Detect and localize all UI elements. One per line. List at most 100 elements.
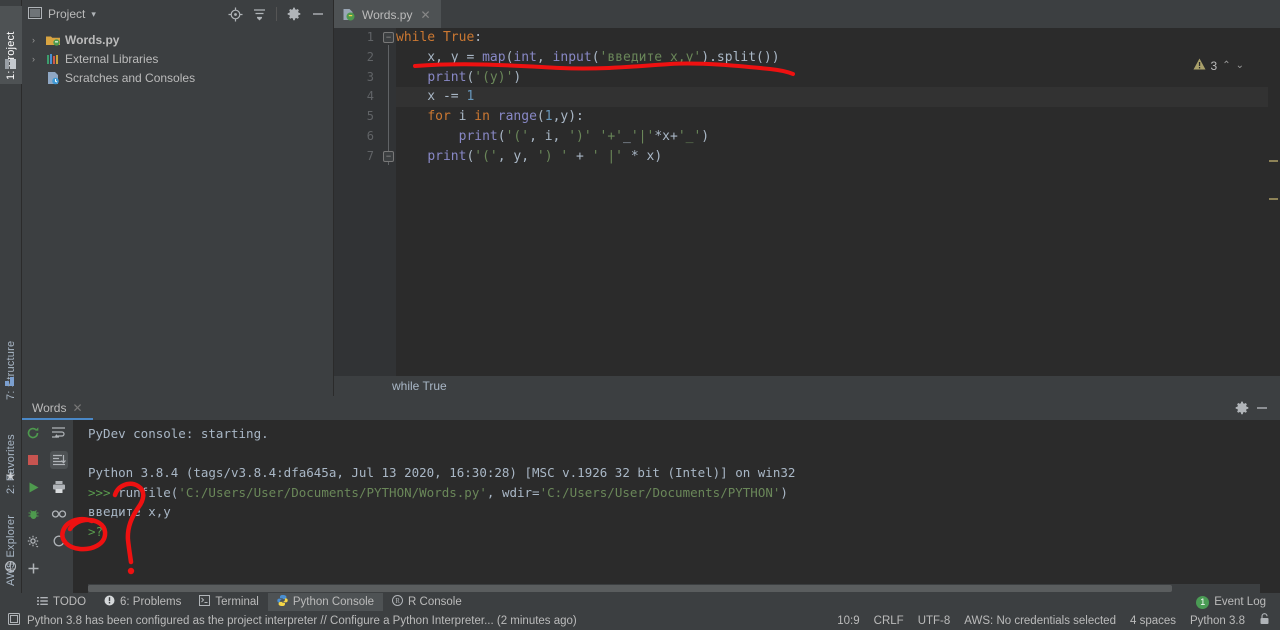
chevron-up-icon[interactable]: ⌃ <box>1222 60 1230 71</box>
console-tabbar: Words ✕ <box>22 396 1280 420</box>
run-icon[interactable] <box>24 478 42 496</box>
soft-wrap-icon[interactable] <box>50 424 68 442</box>
tree-item-words-py[interactable]: › Words.py <box>22 30 333 49</box>
code-line[interactable]: print('(y)') <box>396 68 1280 88</box>
marker-stripe[interactable] <box>1269 160 1278 162</box>
settings-gear-icon[interactable] <box>1232 398 1252 418</box>
sidebar-tab-favorites[interactable]: 2: Favorites <box>0 418 22 498</box>
aws-icon <box>4 560 17 573</box>
code-token: i <box>450 109 475 125</box>
tree-item-external-libraries[interactable]: › External Libraries <box>22 49 333 68</box>
scratches-icon <box>46 71 60 85</box>
code-token: True <box>442 30 475 45</box>
event-log-label: Event Log <box>1214 596 1266 608</box>
code-token: 1 <box>544 109 553 125</box>
sidebar-tab-structure[interactable]: 7: Structure <box>0 318 22 404</box>
hide-panel-icon[interactable] <box>309 5 327 23</box>
editor-tab-words-py[interactable]: Words.py ✕ <box>334 0 441 28</box>
tool-button-terminal[interactable]: Terminal <box>190 593 267 611</box>
line-number: 1 <box>366 30 374 44</box>
code-token: for <box>427 109 451 125</box>
left-tool-strip: 1: Project 7: Structure 2: Favorites ★ A… <box>0 0 22 613</box>
event-log-count: 1 <box>1196 595 1210 609</box>
tool-button-problems[interactable]: 6: Problems <box>95 593 190 611</box>
fold-collapse-icon-top[interactable]: − <box>383 32 394 43</box>
marker-stripe[interactable] <box>1269 198 1278 200</box>
inspection-widget[interactable]: 3 ⌃ ⌄ <box>1193 58 1244 73</box>
indent-setting[interactable]: 4 spaces <box>1130 615 1176 627</box>
code-token: : <box>474 30 483 45</box>
warning-triangle-icon <box>1193 58 1206 73</box>
code-editor[interactable]: 1 2 3 4 5 6 7 − − while True: x, y = map (int , … <box>334 28 1280 396</box>
svg-text:R: R <box>395 597 400 605</box>
favorites-tab-label: 2: Favorites <box>5 434 17 494</box>
code-line[interactable]: x -= 1 <box>396 87 1280 108</box>
code-line[interactable]: x, y = map(int, input('введите x,y').spl… <box>396 48 1280 68</box>
code-line[interactable]: for i in range(1,y): <box>396 107 1280 127</box>
code-line[interactable]: while True: <box>396 28 1280 48</box>
close-icon[interactable]: ✕ <box>420 8 430 22</box>
code-token: '(' <box>505 128 530 144</box>
expand-arrow-icon[interactable]: › <box>32 35 41 45</box>
line-number: 5 <box>366 109 374 124</box>
collapse-all-icon[interactable] <box>250 5 268 23</box>
tool-button-python-console[interactable]: Python Console <box>267 593 384 611</box>
chevron-down-icon[interactable]: ▾ <box>91 9 96 20</box>
project-tab-label: 1: Project <box>5 31 17 80</box>
tool-button-r-console[interactable]: R R Console <box>383 593 471 611</box>
expand-arrow-icon[interactable]: › <box>32 54 41 64</box>
code-token: '(' <box>474 148 498 164</box>
settings-icon[interactable] <box>24 532 42 550</box>
tool-button-todo[interactable]: TODO <box>28 593 95 611</box>
print-icon[interactable] <box>50 478 68 496</box>
chevron-down-icon[interactable]: ⌄ <box>1236 60 1244 71</box>
tool-window-bar: TODO 6: Problems Terminal Python Console… <box>0 593 1280 611</box>
close-icon[interactable]: ✕ <box>72 401 82 415</box>
aws-credentials[interactable]: AWS: No credentials selected <box>964 615 1116 627</box>
fold-collapse-icon-bottom[interactable]: − <box>383 151 394 162</box>
tree-item-label: External Libraries <box>65 51 159 66</box>
caret-position[interactable]: 10:9 <box>837 615 859 627</box>
scroll-to-end-icon[interactable] <box>49 451 68 469</box>
debug-icon[interactable] <box>24 505 42 523</box>
code-line[interactable]: print('(', y, ') ' + ' |' * x) <box>396 147 1280 167</box>
tree-item-label: Words.py <box>65 32 120 47</box>
add-icon[interactable] <box>24 559 42 577</box>
hide-panel-icon[interactable] <box>1252 398 1272 418</box>
breadcrumb[interactable]: while True <box>334 376 1280 396</box>
console-horizontal-scrollbar[interactable] <box>88 584 1260 593</box>
project-panel-icon <box>4 58 17 70</box>
code-token: input <box>552 49 592 65</box>
link-icon[interactable] <box>50 505 68 523</box>
sidebar-tab-project[interactable]: 1: Project <box>0 6 22 84</box>
editor-marker-gutter[interactable] <box>1268 28 1280 396</box>
line-separator[interactable]: CRLF <box>874 615 904 627</box>
code-token: while <box>396 30 436 45</box>
status-message[interactable]: Python 3.8 has been configured as the pr… <box>27 615 577 627</box>
rerun-icon[interactable] <box>24 424 42 442</box>
history-icon[interactable] <box>50 532 68 550</box>
stop-icon[interactable] <box>24 451 42 469</box>
fold-region-line <box>388 45 389 165</box>
file-encoding[interactable]: UTF-8 <box>918 615 951 627</box>
sidebar-tab-aws-explorer[interactable]: AWS Explorer <box>0 508 22 590</box>
scrollbar-thumb[interactable] <box>88 585 1173 592</box>
code-line[interactable]: print('(', i, ')' '+'_'|'*x+'_') <box>396 127 1280 147</box>
python-module-icon <box>46 33 60 47</box>
console-text: ) <box>780 484 788 500</box>
code-token: x, y = <box>396 49 483 65</box>
tree-item-scratches-and-consoles[interactable]: Scratches and Consoles <box>22 68 333 87</box>
settings-gear-icon[interactable] <box>285 5 303 23</box>
console-tab-words[interactable]: Words ✕ <box>22 396 93 420</box>
console-input-echo: введите x,y <box>88 502 1280 522</box>
python-interpreter[interactable]: Python 3.8 <box>1190 615 1245 627</box>
console-text: >>> <box>88 484 119 500</box>
lock-icon[interactable] <box>1259 613 1270 628</box>
code-token: ) <box>513 69 522 85</box>
code-folding-gutter[interactable]: − − <box>382 28 396 396</box>
code-token: + <box>568 148 592 164</box>
event-log-button[interactable]: 1 Event Log <box>1196 595 1280 609</box>
locate-target-icon[interactable] <box>226 5 244 23</box>
info-icon <box>8 613 20 628</box>
